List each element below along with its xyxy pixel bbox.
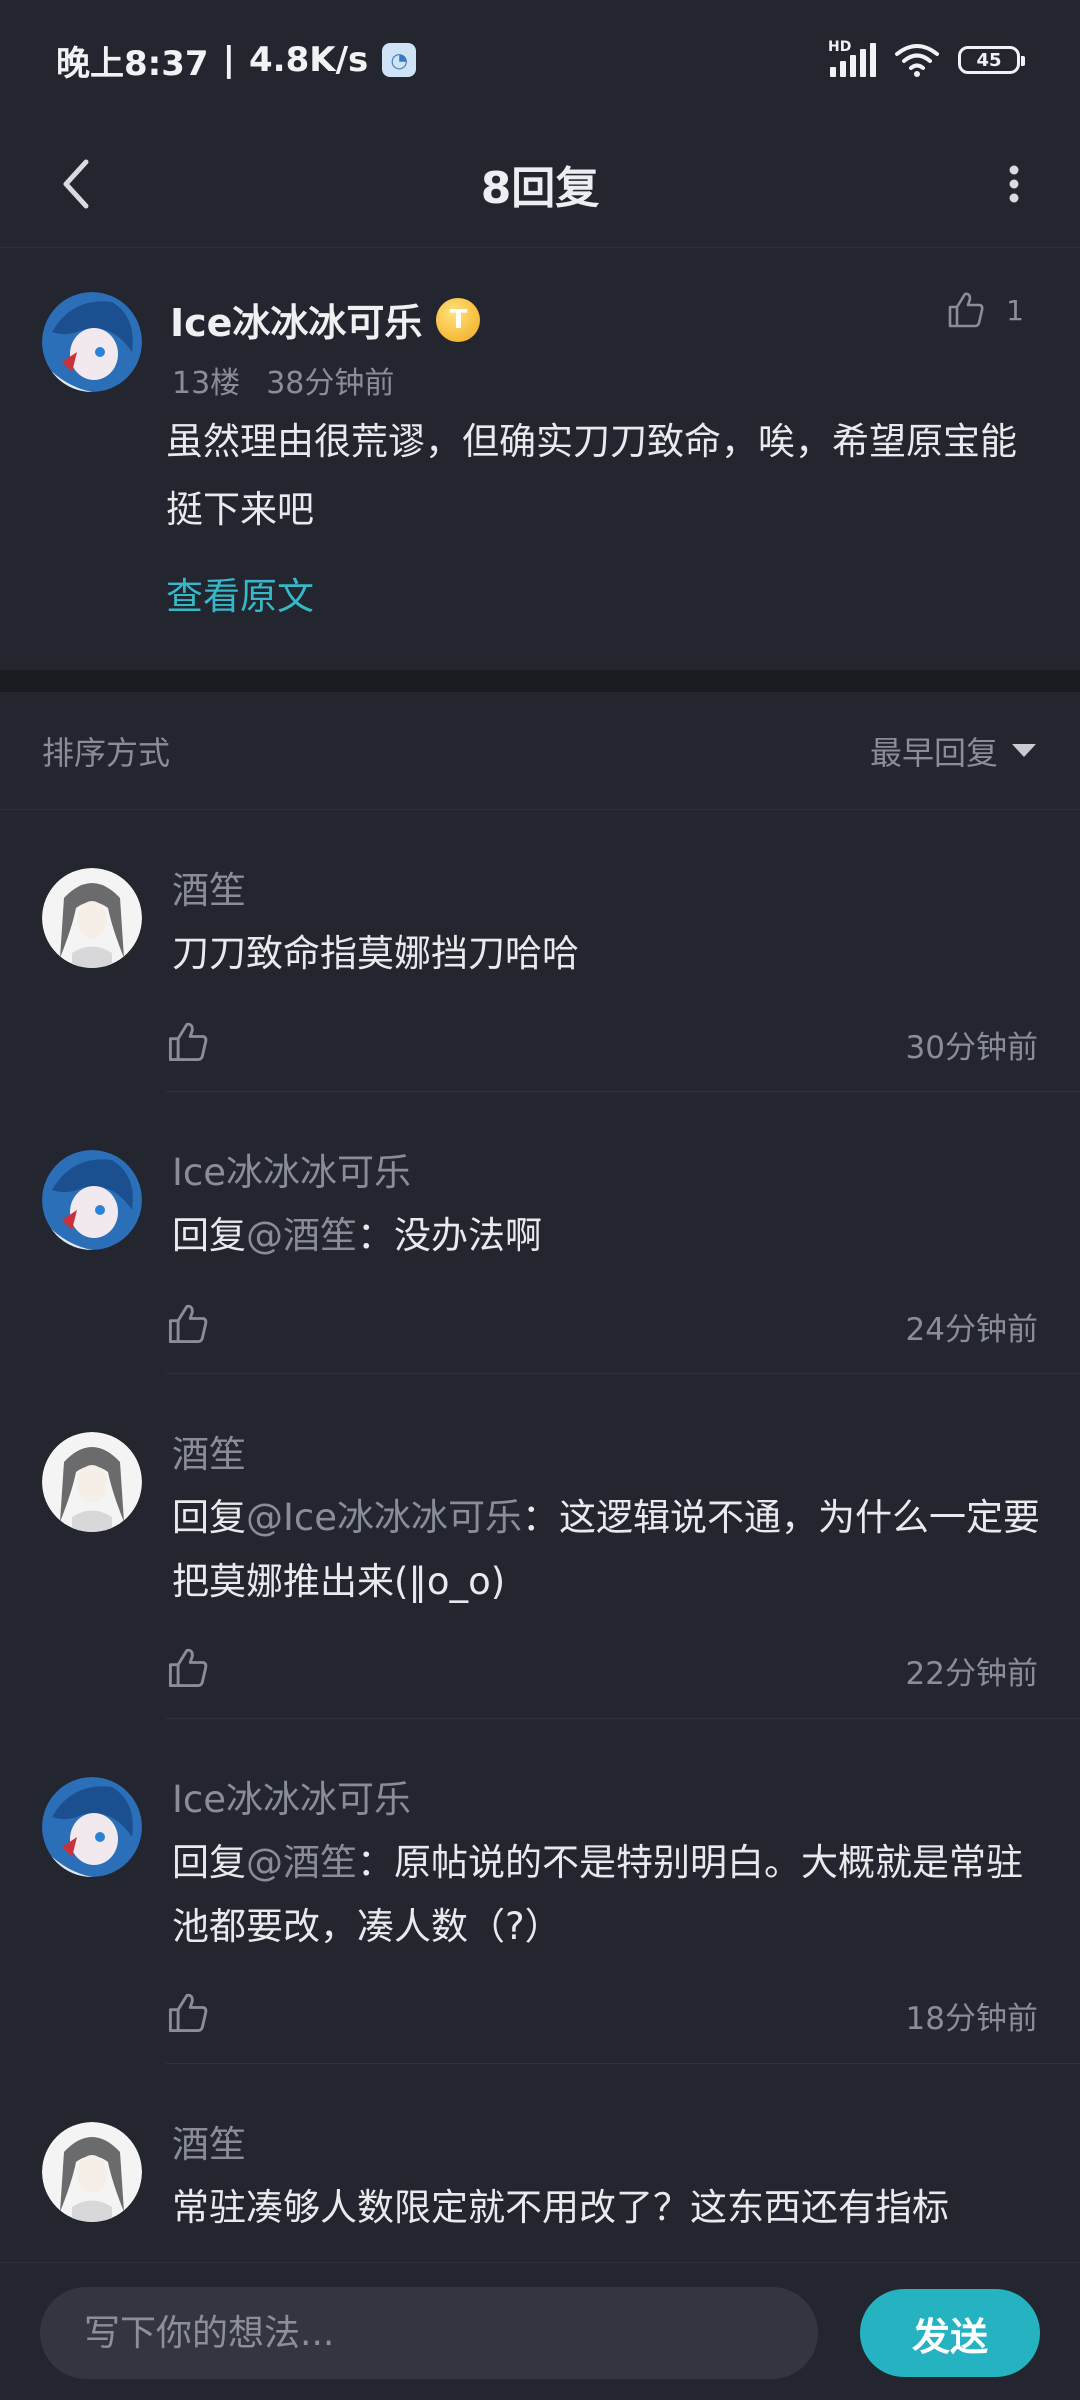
back-button[interactable] <box>40 148 112 220</box>
thumbs-up-icon <box>948 292 984 328</box>
reply-prefix: 回复 <box>172 1214 246 1257</box>
reply-body: 刀刀致命指莫娜挡刀哈哈 <box>172 932 579 975</box>
thumbs-up-icon[interactable] <box>166 1646 210 1690</box>
reply-body: 常驻凑够人数限定就不用改了？这东西还有指标 <box>172 2186 949 2229</box>
more-vertical-icon <box>1009 165 1019 203</box>
reply-text: 刀刀致命指莫娜挡刀哈哈 <box>172 922 1042 986</box>
sort-dropdown[interactable]: 最早回复 <box>870 728 1036 774</box>
mention-link[interactable]: @酒笙 <box>246 1841 357 1884</box>
reply-author[interactable]: 酒笙 <box>172 2114 246 2168</box>
level-badge-icon: T <box>436 297 481 342</box>
reply-time: 24分钟前 <box>905 1312 1038 1348</box>
more-options-button[interactable] <box>978 148 1050 220</box>
signal-icon: HD <box>828 39 876 77</box>
avatar-blue-hair <box>42 292 142 392</box>
mention-link[interactable]: @Ice冰冰冰可乐 <box>246 1496 522 1539</box>
reply-text: 回复@Ice冰冰冰可乐：这逻辑说不通，为什么一定要把莫娜推出来(‖o_o) <box>172 1486 1042 1614</box>
reply-time: 18分钟前 <box>905 2001 1038 2037</box>
sort-label: 排序方式 <box>42 733 171 772</box>
page-title: 8回复 <box>480 162 600 214</box>
reply-author[interactable]: 酒笙 <box>172 860 246 914</box>
reply-author[interactable]: Ice冰冰冰可乐 <box>172 1769 411 1823</box>
view-original-link[interactable]: 查看原文 <box>166 566 314 620</box>
thumbs-up-icon[interactable] <box>166 1302 210 1346</box>
avatar-blue-hair <box>42 1150 142 1250</box>
sort-bar: 排序方式 最早回复 <box>0 692 1080 810</box>
status-bar: 晚上8:37 | 4.8K/s ◔ HD 45 <box>0 0 1080 120</box>
post-like-count: 1 <box>1006 293 1024 327</box>
avatar[interactable] <box>42 2122 142 2222</box>
sort-selected: 最早回复 <box>869 733 998 772</box>
thumbs-up-icon[interactable] <box>166 1991 210 2035</box>
avatar[interactable] <box>42 1150 142 1250</box>
section-divider <box>0 670 1080 692</box>
reply-item: 酒笙 刀刀致命指莫娜挡刀哈哈 30分钟前 <box>0 810 1080 1092</box>
avatar[interactable] <box>42 1777 142 1877</box>
status-separator: | <box>222 40 235 80</box>
reply-item: 酒笙 回复@Ice冰冰冰可乐：这逻辑说不通，为什么一定要把莫娜推出来(‖o_o)… <box>0 1374 1080 1719</box>
post-meta: 13楼 38分钟前 <box>172 358 394 402</box>
reply-body: ：没办法啊 <box>357 1214 542 1257</box>
reply-text: 回复@酒笙：原帖说的不是特别明白。大概就是常驻池都要改，凑人数（?） <box>172 1831 1042 1959</box>
wifi-icon <box>895 44 939 77</box>
hd-label: HD <box>828 39 852 55</box>
status-right: HD 45 <box>828 39 1025 78</box>
post-like-button[interactable]: 1 <box>946 290 1024 330</box>
caret-down-icon <box>1012 744 1036 757</box>
reply-prefix: 回复 <box>172 1496 246 1539</box>
status-time: 晚上8:37 <box>56 43 209 84</box>
avatar[interactable] <box>42 868 142 968</box>
reply-time: 22分钟前 <box>905 1656 1038 1692</box>
battery-icon: 45 <box>958 46 1025 74</box>
reply-time: 30分钟前 <box>905 1030 1038 1066</box>
status-left: 晚上8:37 | 4.8K/s ◔ <box>56 36 417 85</box>
reply-item: 酒笙 常驻凑够人数限定就不用改了？这东西还有指标 <box>0 2064 1080 2262</box>
avatar-gray-hair <box>42 2122 142 2222</box>
reply-text: 常驻凑够人数限定就不用改了？这东西还有指标 <box>172 2176 1042 2240</box>
avatar[interactable] <box>42 292 142 392</box>
post-content: 虽然理由很荒谬，但确实刀刀致命，唉，希望原宝能挺下来吧 <box>166 420 1017 531</box>
post-floor: 13楼 <box>172 366 241 401</box>
app-notification-icon: ◔ <box>382 43 417 77</box>
reply-item: Ice冰冰冰可乐 回复@酒笙：没办法啊 24分钟前 <box>0 1092 1080 1374</box>
reply-author[interactable]: Ice冰冰冰可乐 <box>172 1142 411 1196</box>
avatar-gray-hair <box>42 868 142 968</box>
avatar[interactable] <box>42 1432 142 1532</box>
post-author-name: Ice冰冰冰可乐 <box>170 301 423 345</box>
comment-input-bar: 发送 <box>0 2262 1080 2400</box>
send-button[interactable]: 发送 <box>860 2289 1040 2377</box>
reply-item: Ice冰冰冰可乐 回复@酒笙：原帖说的不是特别明白。大概就是常驻池都要改，凑人数… <box>0 1719 1080 2064</box>
avatar-blue-hair <box>42 1777 142 1877</box>
mention-link[interactable]: @酒笙 <box>246 1214 357 1257</box>
back-arrow-icon <box>63 159 89 209</box>
header: 8回复 <box>0 120 1080 248</box>
network-speed: 4.8K/s <box>249 40 369 80</box>
comment-input[interactable] <box>40 2287 818 2379</box>
battery-level: 45 <box>976 49 1002 71</box>
post-author[interactable]: Ice冰冰冰可乐 T <box>170 292 481 347</box>
reply-author[interactable]: 酒笙 <box>172 1424 246 1478</box>
reply-prefix: 回复 <box>172 1841 246 1884</box>
reply-text: 回复@酒笙：没办法啊 <box>172 1204 1042 1268</box>
original-post: Ice冰冰冰可乐 T 13楼 38分钟前 1 虽然理由很荒谬，但确实刀刀致命，唉… <box>0 250 1080 670</box>
thumbs-up-icon[interactable] <box>166 1020 210 1064</box>
avatar-gray-hair <box>42 1432 142 1532</box>
post-time: 38分钟前 <box>266 366 395 401</box>
